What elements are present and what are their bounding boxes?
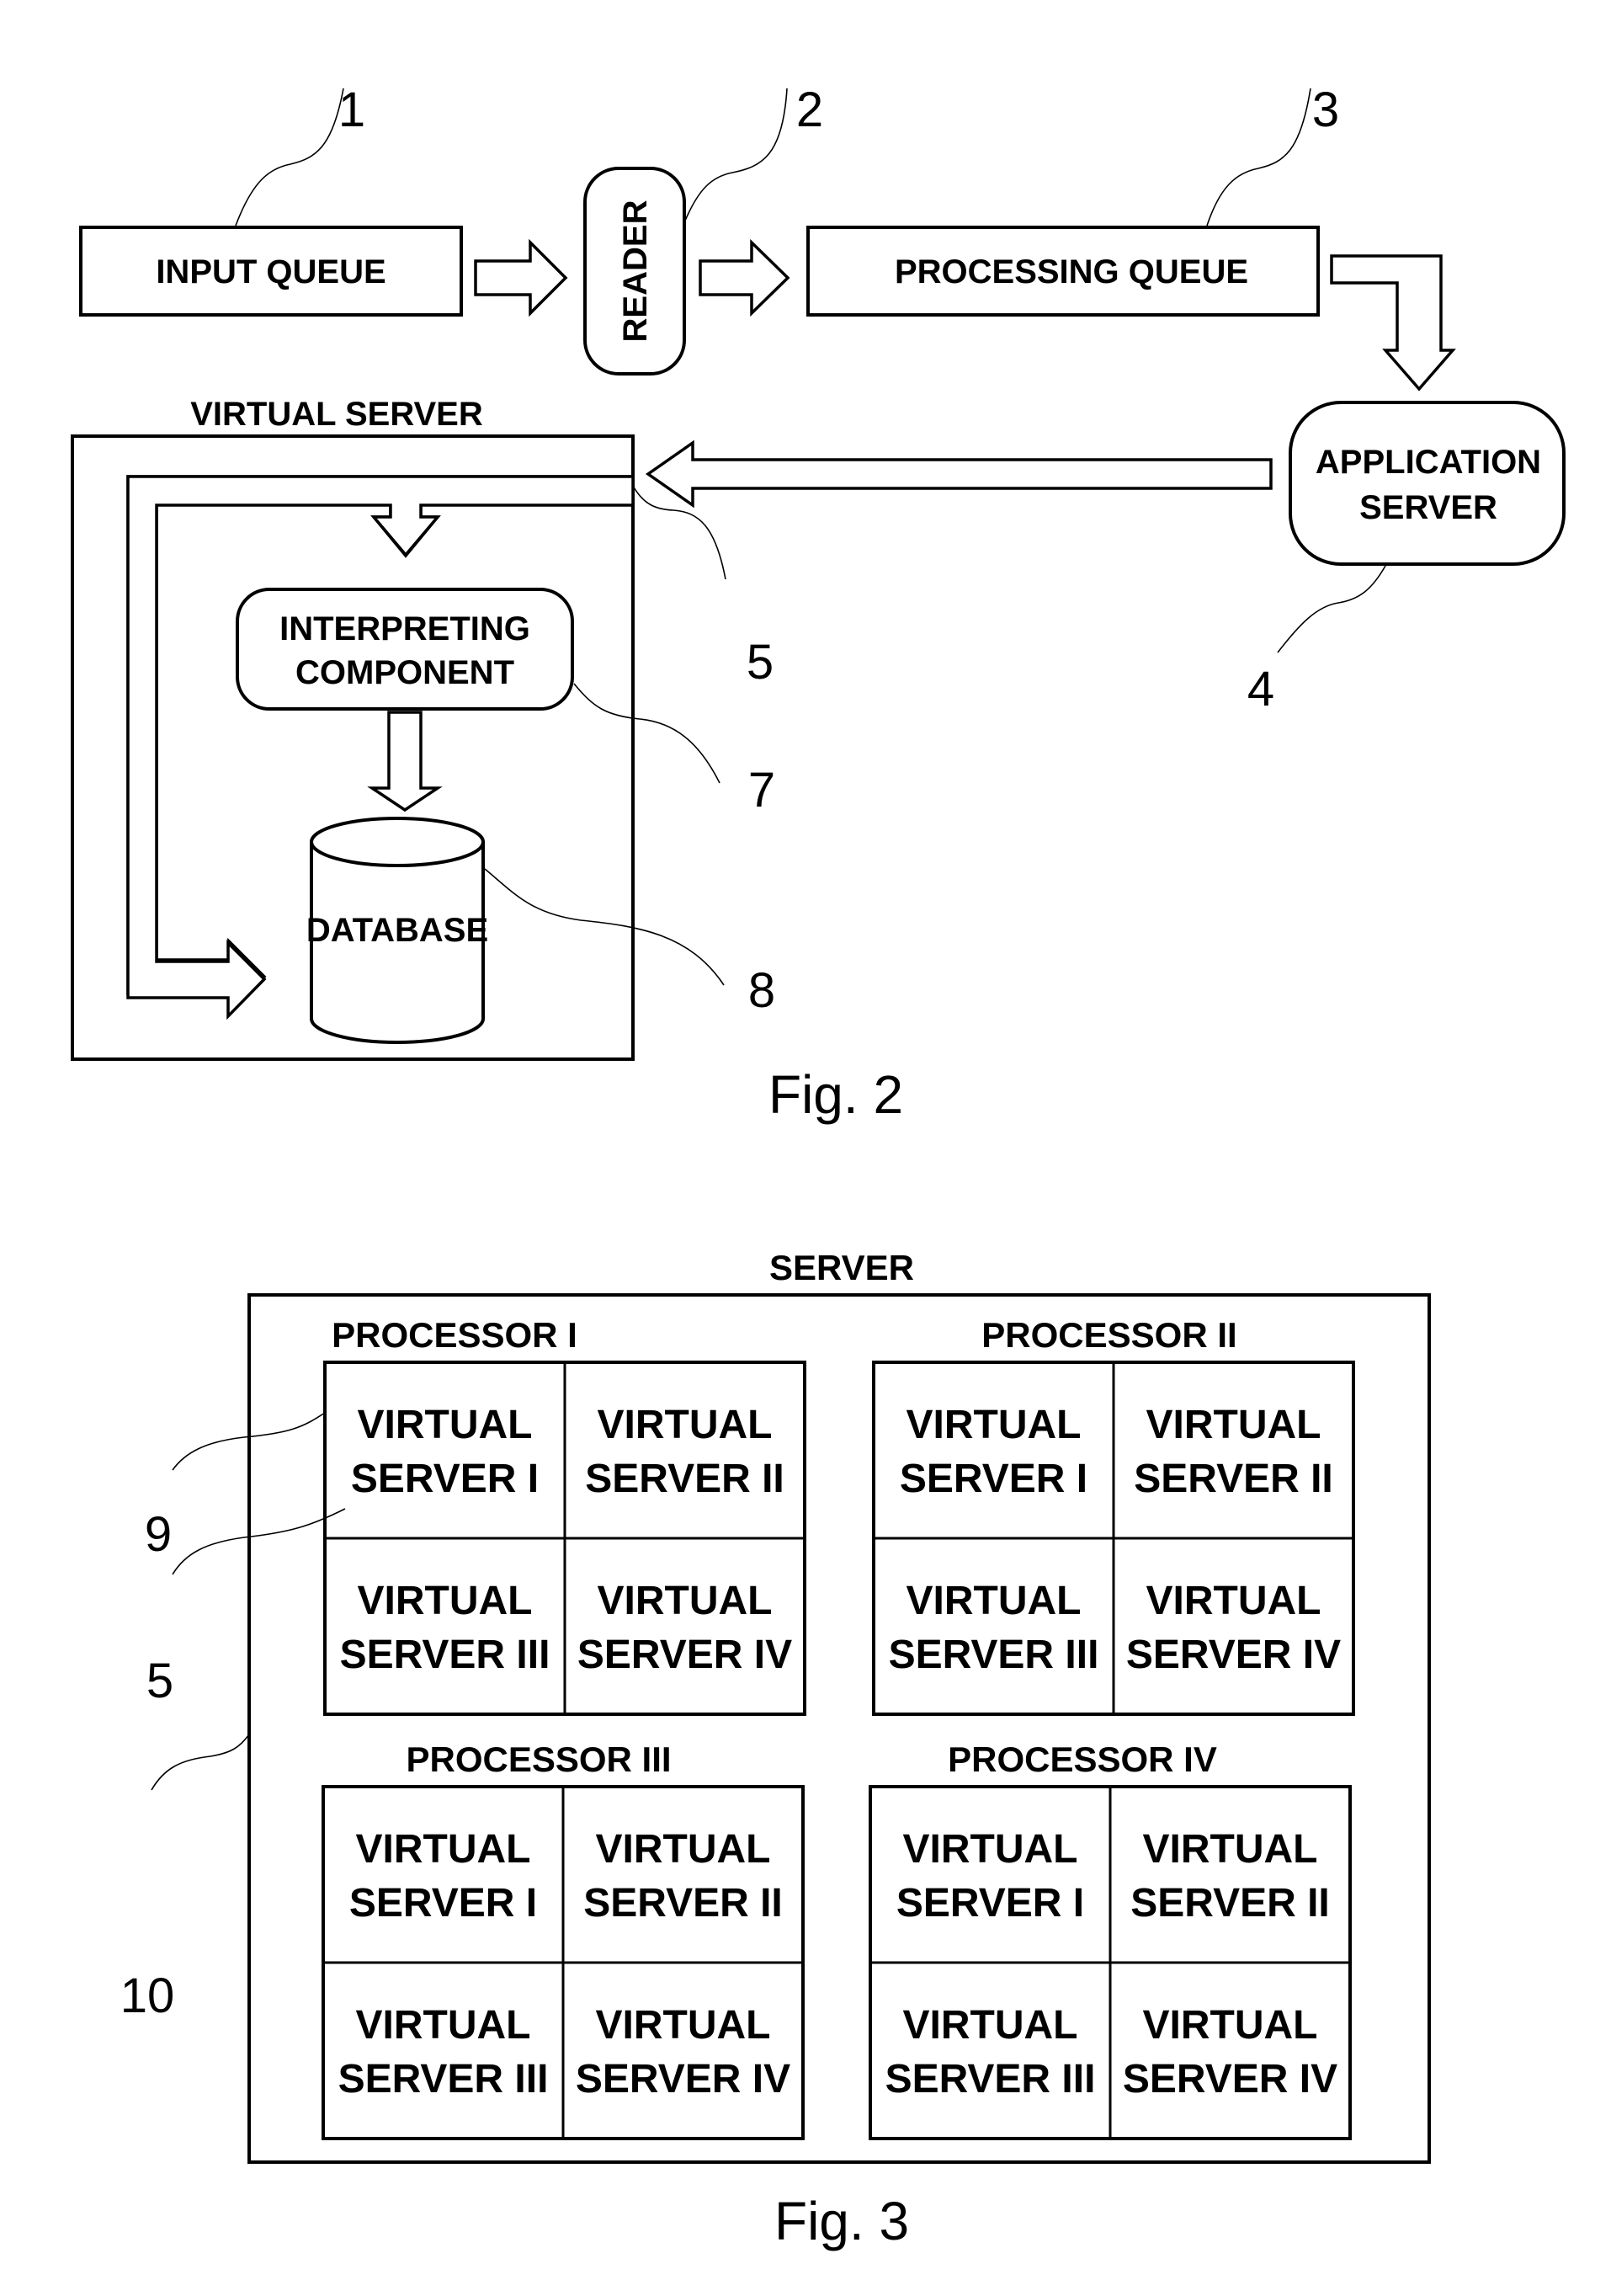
- virtual-server-label-line2: SERVER I: [900, 1457, 1087, 1501]
- ref-number-3: 3: [1312, 83, 1339, 137]
- ref-number-1: 1: [338, 83, 365, 137]
- processor-block: PROCESSOR III VIRTUAL SERVER I VIRTUAL SERVE…: [322, 1739, 805, 2140]
- virtual-server-label-line2: SERVER II: [1130, 1881, 1330, 1926]
- figure-3: SERVER PROCESSOR I VIRTUAL SERVER I VIRTUAL…: [120, 1248, 1431, 2251]
- virtual-server-label-line1: VIRTUAL: [598, 1579, 773, 1623]
- application-server: APPLICATION SERVER 4: [1247, 401, 1566, 717]
- virtual-server-label-line1: VIRTUAL: [358, 1579, 533, 1623]
- application-server-box: [1289, 401, 1566, 566]
- reader-leader-line: [684, 88, 788, 221]
- virtual-server-label-line1: VIRTUAL: [1146, 1579, 1321, 1623]
- virtual-server-label-line1: VIRTUAL: [1146, 1403, 1321, 1447]
- virtual-server-label-line2: SERVER IV: [576, 2057, 790, 2102]
- figure-2-caption: Fig. 2: [768, 1064, 903, 1125]
- ref-number-5-fig3: 5: [146, 1654, 173, 1708]
- virtual-server-label-line1: VIRTUAL: [903, 1827, 1078, 1872]
- arrow-reader-to-processing-icon: [699, 238, 790, 317]
- virtual-server-title: VIRTUAL SERVER: [190, 396, 483, 433]
- virtual-server-label-line1: VIRTUAL: [356, 1827, 531, 1872]
- processor-block: PROCESSOR II VIRTUAL SERVER I VIRTUAL SERVER…: [872, 1315, 1355, 1716]
- patent-drawing-sheet: INPUT QUEUE 1 READER 2 PROCESSING QUEUE …: [71, 83, 1566, 2251]
- input-queue-leader-line: [235, 88, 344, 226]
- virtual-server-label-line2: SERVER IV: [1123, 2057, 1337, 2102]
- reader-label: READER: [617, 200, 654, 342]
- virtual-server-label-line1: VIRTUAL: [907, 1579, 1082, 1623]
- virtual-server-label-line1: VIRTUAL: [596, 1827, 771, 1872]
- virtual-server-label-line2: SERVER II: [585, 1457, 784, 1501]
- virtual-server-label-line1: VIRTUAL: [907, 1403, 1082, 1447]
- virtual-server-label-line1: VIRTUAL: [1143, 1827, 1318, 1872]
- processing-queue-label: PROCESSING QUEUE: [895, 253, 1248, 290]
- ref-number-9: 9: [145, 1507, 172, 1562]
- ref-number-7: 7: [748, 763, 775, 818]
- arrow-appserver-to-virtualserver-icon: [645, 439, 1273, 509]
- interpreting-component-label-line1: INTERPRETING: [279, 610, 530, 647]
- virtual-server-label-line2: SERVER III: [889, 1633, 1099, 1677]
- processing-queue-leader-line: [1206, 88, 1311, 226]
- processor-title: PROCESSOR I: [332, 1315, 577, 1355]
- input-queue: INPUT QUEUE 1: [79, 83, 463, 317]
- processor-block: PROCESSOR IV VIRTUAL SERVER I VIRTUAL SERVER…: [869, 1739, 1352, 2140]
- server-title: SERVER: [769, 1248, 914, 1287]
- arrow-processing-to-appserver-icon: [1330, 254, 1456, 392]
- database-cylinder-top: [310, 817, 485, 867]
- arrow-input-to-reader-icon: [474, 238, 568, 317]
- virtual-server-label-line2: SERVER III: [338, 2057, 549, 2102]
- virtual-server-label-line1: VIRTUAL: [598, 1403, 773, 1447]
- virtual-server-label-line2: SERVER II: [1134, 1457, 1333, 1501]
- application-server-leader-line: [1277, 565, 1386, 653]
- processor-block: PROCESSOR I VIRTUAL SERVER I VIRTUAL SERVER …: [323, 1315, 806, 1716]
- database-label: DATABASE: [306, 912, 488, 949]
- virtual-server-label-line1: VIRTUAL: [1143, 2003, 1318, 2048]
- virtual-server-label-line2: SERVER IV: [577, 1633, 792, 1677]
- virtual-server-label-line2: SERVER II: [583, 1881, 783, 1926]
- virtual-server-label-line1: VIRTUAL: [358, 1403, 533, 1447]
- virtual-server-label-line2: SERVER I: [351, 1457, 539, 1501]
- ref-number-10: 10: [120, 1968, 175, 2023]
- virtual-server-label-line2: SERVER I: [349, 1881, 537, 1926]
- virtual-server-label-line2: SERVER III: [885, 2057, 1096, 2102]
- ref-number-8: 8: [748, 963, 775, 1018]
- virtual-server-label-line2: SERVER III: [340, 1633, 550, 1677]
- virtual-server-label-line1: VIRTUAL: [356, 2003, 531, 2048]
- processor-title: PROCESSOR III: [406, 1739, 671, 1779]
- virtual-server-label-line1: VIRTUAL: [596, 2003, 771, 2048]
- ref-number-2: 2: [796, 83, 823, 137]
- virtual-server-label-line1: VIRTUAL: [903, 2003, 1078, 2048]
- figure-2: INPUT QUEUE 1 READER 2 PROCESSING QUEUE …: [71, 83, 1566, 1125]
- processor-title: PROCESSOR II: [981, 1315, 1236, 1355]
- processing-queue: PROCESSING QUEUE 3: [806, 83, 1339, 317]
- virtual-server-label-line2: SERVER IV: [1126, 1633, 1341, 1677]
- ref-number-4: 4: [1247, 662, 1274, 717]
- virtual-server-label-line2: SERVER I: [896, 1881, 1084, 1926]
- application-server-label-line1: APPLICATION: [1316, 444, 1541, 481]
- ref-number-5: 5: [747, 635, 774, 690]
- input-queue-label: INPUT QUEUE: [156, 253, 385, 290]
- ref-10-leader-line: [151, 1734, 250, 1791]
- application-server-label-line2: SERVER: [1359, 489, 1497, 526]
- virtual-server-leader-line: [632, 485, 726, 580]
- figure-3-caption: Fig. 3: [774, 2191, 909, 2251]
- interpreting-component-label-line2: COMPONENT: [295, 654, 514, 691]
- processor-title: PROCESSOR IV: [948, 1739, 1217, 1779]
- reader: READER 2: [583, 83, 823, 376]
